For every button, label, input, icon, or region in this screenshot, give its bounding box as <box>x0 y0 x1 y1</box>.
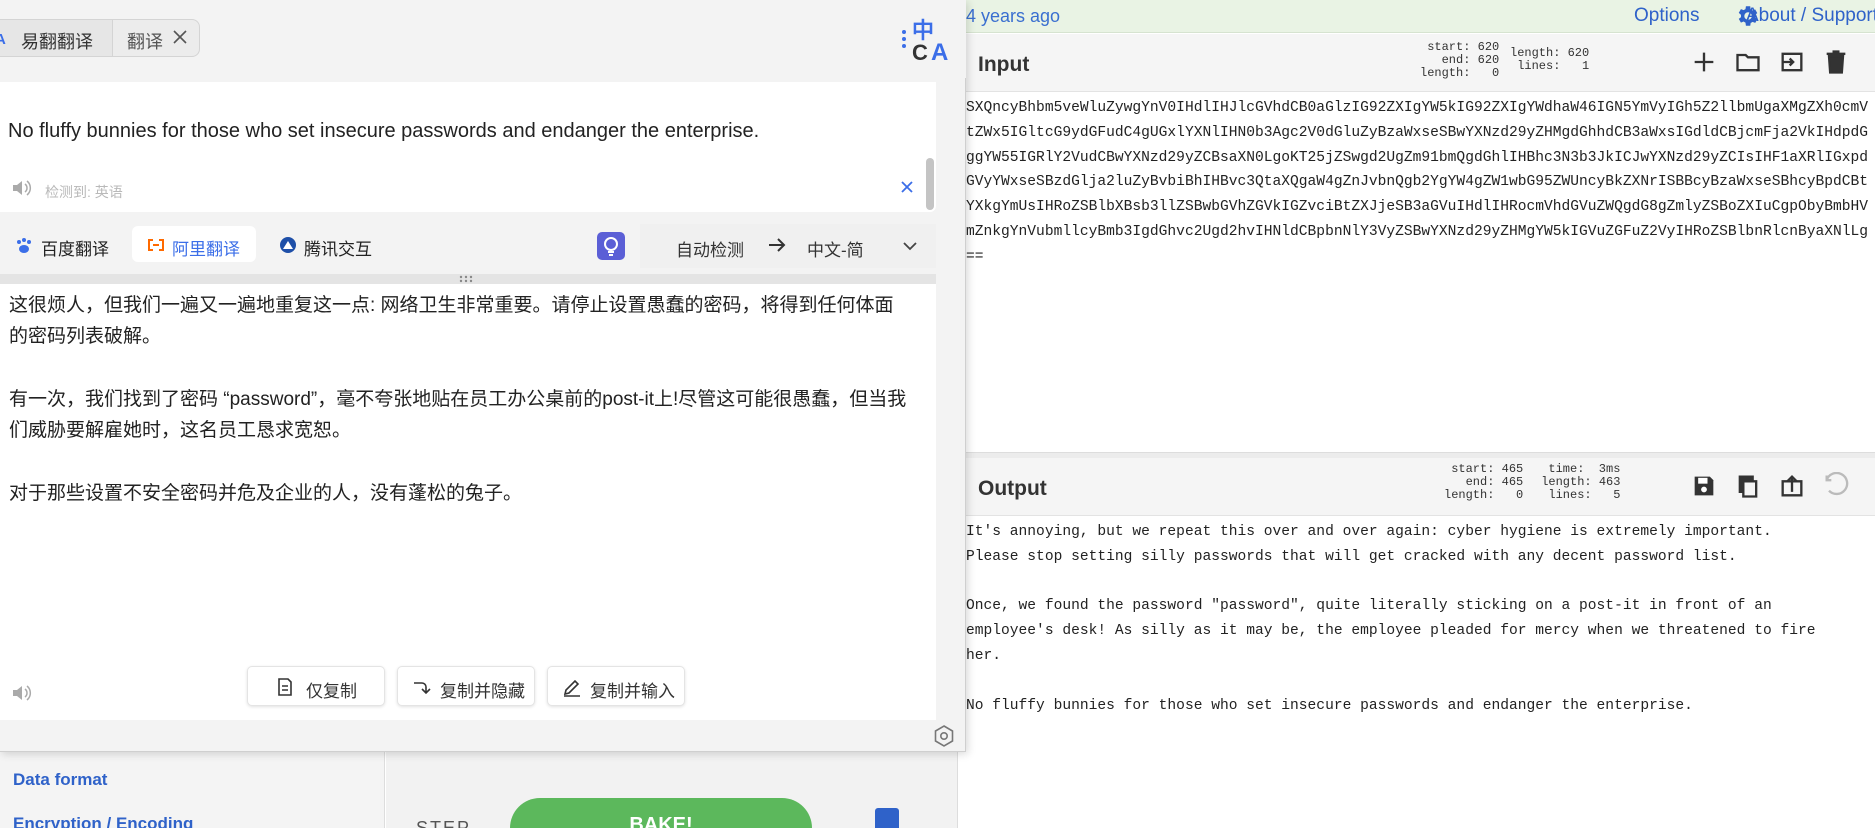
move-to-input-icon[interactable] <box>1778 472 1806 500</box>
translator-tab-bar: A 易翻翻译 翻译 中 C A <box>0 0 966 78</box>
return-arrow-icon <box>414 682 431 695</box>
auto-bake-checkbox[interactable] <box>875 808 899 828</box>
tab-translate[interactable]: 翻译 <box>112 19 200 57</box>
app-logo-icon: A <box>0 31 6 48</box>
target-language[interactable]: 中文-简 <box>807 236 864 261</box>
result-paragraph: 这很烦人，但我们一遍又一遍地重复这一点: 网络卫生非常重要。请停止设置愚蠢的密码… <box>9 295 894 347</box>
bulb-button[interactable] <box>597 232 625 260</box>
copy-hide-label: 复制并隐藏 <box>440 682 525 701</box>
tab-app[interactable]: A 易翻翻译 <box>0 19 118 57</box>
step-button[interactable]: STEP <box>416 818 471 828</box>
copy-only-button[interactable]: 仅复制 <box>247 666 385 706</box>
clear-icon[interactable] <box>895 175 919 199</box>
engine-baidu-label: 百度翻译 <box>41 240 109 259</box>
output-stats-left: start: 465 end: 465 length: 0 <box>1444 462 1524 502</box>
result-paragraph: 对于那些设置不安全密码并危及企业的人，没有蓬松的兔子。 <box>9 483 523 504</box>
copy-only-label: 仅复制 <box>306 682 357 701</box>
arrow-right-icon <box>769 238 786 252</box>
last-build-text: 4 years ago <box>966 6 1061 26</box>
svg-text:A: A <box>931 39 948 62</box>
output-title: Output <box>978 477 1047 500</box>
source-text[interactable]: No fluffy bunnies for those who set inse… <box>8 120 759 143</box>
drag-dots-icon <box>459 275 473 283</box>
input-text: SXQncyBhbm5veWluZywgYnV0IHdlIHJlcGVhdCB0… <box>966 100 1869 265</box>
tab-translate-label: 翻译 <box>127 32 163 52</box>
engine-ali-label: 阿里翻译 <box>172 240 240 259</box>
save-icon[interactable] <box>1690 472 1718 500</box>
engine-baidu[interactable]: 百度翻译 <box>6 226 118 262</box>
about-link[interactable]: About / Support <box>1746 5 1875 27</box>
open-file-icon[interactable] <box>1778 48 1806 76</box>
operations-sidebar: Data format Encryption / Encoding <box>0 752 385 828</box>
plus-icon[interactable] <box>1690 48 1718 76</box>
svg-text:A: A <box>0 31 6 48</box>
recipe-controls: STEP BAKE! <box>386 752 958 828</box>
svg-text:C: C <box>912 40 928 62</box>
copy-input-button[interactable]: 复制并输入 <box>547 666 685 706</box>
output-text: It's annoying, but we repeat this over a… <box>966 524 1816 714</box>
copy-hide-button[interactable]: 复制并隐藏 <box>397 666 535 706</box>
top-bar: 4 years ago Options About / Support <box>966 0 1875 33</box>
scrollbar[interactable] <box>926 158 934 210</box>
chevron-down-icon[interactable] <box>901 238 919 254</box>
bake-label: BAKE! <box>629 814 693 828</box>
ali-bracket-icon <box>148 239 164 251</box>
undo-icon[interactable] <box>1822 472 1850 500</box>
bake-button[interactable]: BAKE! <box>510 798 812 828</box>
tencent-icon <box>280 237 296 253</box>
translator-popup: A 易翻翻译 翻译 中 C A No fluffy bunnies for th… <box>0 0 966 752</box>
source-language[interactable]: 自动检测 <box>676 236 744 261</box>
source-panel[interactable]: No fluffy bunnies for those who set inse… <box>0 82 936 212</box>
close-icon[interactable] <box>171 28 189 46</box>
speaker-icon[interactable] <box>10 682 32 704</box>
input-stats-right: length: 620 lines: 1 <box>1510 46 1590 73</box>
engine-tencent-label: 腾讯交互 <box>304 240 372 259</box>
output-stats-right: time: 3ms length: 463 lines: 5 <box>1541 462 1621 502</box>
engine-ali[interactable]: 阿里翻译 <box>132 226 256 262</box>
bulb-icon <box>604 237 618 256</box>
settings-icon[interactable] <box>932 724 956 748</box>
options-link[interactable]: Options <box>1634 5 1699 27</box>
detected-language: 检测到: 英语 <box>45 184 123 200</box>
copy-input-label: 复制并输入 <box>590 682 675 701</box>
translate-logo-icon: 中 C A <box>902 19 948 62</box>
output-textarea[interactable]: It's annoying, but we repeat this over a… <box>966 516 1875 828</box>
input-textarea[interactable]: SXQncyBhbm5veWluZywgYnV0IHdlIHJlcGVhdCB0… <box>966 92 1875 452</box>
folder-icon[interactable] <box>1734 48 1762 76</box>
copy-icon <box>278 678 292 696</box>
input-header: Input start: 620 end: 620 length: 0 leng… <box>966 34 1875 92</box>
pencil-icon <box>563 679 580 697</box>
resize-handle[interactable] <box>0 274 936 284</box>
result-panel: 这很烦人，但我们一遍又一遍地重复这一点: 网络卫生非常重要。请停止设置愚蠢的密码… <box>0 284 936 720</box>
category-encryption-encoding[interactable]: Encryption / Encoding <box>13 814 193 828</box>
input-stats-left: start: 620 end: 620 length: 0 <box>1420 40 1500 80</box>
input-title: Input <box>978 53 1030 76</box>
engine-tencent[interactable]: 腾讯交互 <box>270 226 390 262</box>
speaker-icon[interactable] <box>10 177 32 199</box>
output-header: Output start: 465 end: 465 length: 0 tim… <box>966 458 1875 516</box>
result-paragraph: 有一次，我们找到了密码 “password”，毫不夸张地贴在员工办公桌前的pos… <box>9 389 907 441</box>
engine-bar: 百度翻译 阿里翻译 腾讯交互 自动检测 中文-简 <box>0 222 936 274</box>
language-selector[interactable]: 自动检测 中文-简 <box>640 224 936 268</box>
tab-app-label: 易翻翻译 <box>21 32 93 52</box>
trash-icon[interactable] <box>1822 48 1850 76</box>
copy-icon[interactable] <box>1734 472 1762 500</box>
paw-icon <box>17 238 31 253</box>
category-data-format[interactable]: Data format <box>13 770 107 790</box>
